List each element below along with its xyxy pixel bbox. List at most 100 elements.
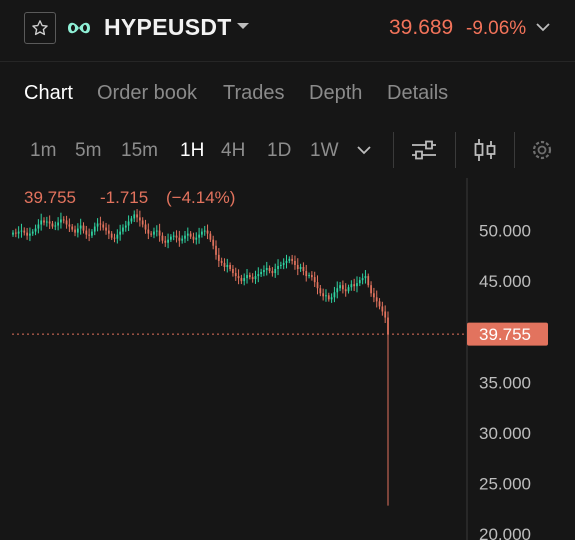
- candle-body: [212, 239, 215, 246]
- candle-body: [277, 265, 279, 270]
- candle-body: [113, 237, 116, 239]
- candle-body: [294, 260, 296, 265]
- symbol-title[interactable]: HYPEUSDT: [104, 14, 232, 41]
- timeframe-1d[interactable]: 1D: [267, 140, 291, 162]
- candle-body: [375, 297, 378, 302]
- price-chart[interactable]: 50.000 45.000 35.000 30.000 25.000 20.000 39.…: [0, 178, 575, 540]
- candle-body: [65, 220, 68, 225]
- price-axis-tick: 50.000: [479, 222, 531, 241]
- indicators-icon[interactable]: [410, 138, 438, 162]
- current-price-tag-label: 39.755: [479, 325, 531, 344]
- candle-body: [201, 231, 203, 235]
- candle-body: [189, 233, 192, 237]
- candle-body: [51, 223, 54, 227]
- candle-body: [268, 267, 271, 272]
- candle-body: [71, 226, 74, 230]
- candle-body: [45, 221, 48, 223]
- chevron-down-icon[interactable]: [356, 143, 372, 157]
- candle-body: [167, 239, 169, 243]
- candle-body: [198, 234, 200, 238]
- chart-info-change: -1.715: [100, 188, 149, 207]
- settings-icon[interactable]: [530, 138, 554, 162]
- candle-body: [285, 260, 288, 263]
- candle-body: [133, 214, 136, 219]
- timeframe-15m[interactable]: 15m: [121, 140, 158, 162]
- candle-body: [330, 297, 333, 300]
- candle-body: [57, 222, 59, 226]
- candle-body: [339, 285, 341, 289]
- timeframe-1w[interactable]: 1W: [310, 140, 339, 162]
- candle-body: [119, 231, 122, 235]
- toolbar-divider: [455, 132, 456, 168]
- candle-body: [178, 237, 181, 241]
- candle-body: [29, 233, 31, 236]
- tab-order-book[interactable]: Order book: [97, 82, 197, 105]
- tab-details[interactable]: Details: [387, 82, 448, 105]
- candle-body: [153, 231, 155, 235]
- candle-body: [88, 234, 91, 236]
- candle-body: [316, 282, 319, 289]
- tab-chart[interactable]: Chart: [24, 82, 73, 105]
- candle-body: [319, 288, 322, 294]
- change-percent: -9.06%: [466, 18, 527, 39]
- candle-body: [17, 231, 20, 234]
- candle-body: [364, 276, 367, 279]
- candle-body: [263, 270, 265, 273]
- candle-body: [367, 276, 370, 286]
- candle-body: [251, 277, 254, 280]
- timeframe-4h[interactable]: 4H: [221, 140, 245, 162]
- candle-body: [136, 214, 138, 218]
- candle-body: [302, 266, 305, 272]
- candle-body: [310, 275, 313, 278]
- candle-body: [186, 233, 189, 236]
- candle-body: [223, 262, 226, 267]
- price-axis-tick: 20.000: [479, 525, 531, 540]
- chevron-down-icon[interactable]: [236, 20, 250, 32]
- candle-body: [206, 230, 209, 234]
- candle-body: [327, 295, 330, 300]
- price-axis-tick: 30.000: [479, 424, 531, 443]
- candle-body: [91, 231, 93, 236]
- tab-depth[interactable]: Depth: [309, 82, 362, 105]
- chart-info-change-percent: (−4.14%): [166, 188, 236, 207]
- candlestick-icon[interactable]: [472, 136, 498, 164]
- candle-body: [305, 271, 308, 277]
- candle-body: [358, 280, 361, 284]
- candle-body: [102, 224, 105, 228]
- toolbar-divider: [393, 132, 394, 168]
- divider: [0, 61, 575, 62]
- favorite-button[interactable]: [24, 12, 56, 44]
- candle-body: [127, 221, 130, 226]
- last-price: 39.689: [389, 16, 454, 39]
- chevron-down-icon[interactable]: [535, 20, 551, 34]
- candle-body: [265, 267, 268, 271]
- candle-body: [342, 285, 344, 290]
- candle-body: [161, 235, 164, 241]
- timeframe-1h[interactable]: 1H: [180, 140, 204, 162]
- candle-body: [215, 245, 217, 255]
- timeframe-1m[interactable]: 1m: [30, 140, 56, 162]
- tab-trades[interactable]: Trades: [223, 82, 285, 105]
- candle-body: [350, 284, 353, 288]
- candle-body: [34, 228, 37, 232]
- candle-body: [229, 264, 231, 270]
- candle-body: [291, 258, 294, 261]
- timeframe-5m[interactable]: 5m: [75, 140, 101, 162]
- candle-body: [172, 235, 175, 237]
- price-axis-tick: 35.000: [479, 373, 531, 392]
- candle-body: [144, 224, 147, 230]
- candle-body: [14, 232, 17, 234]
- candle-body: [254, 276, 257, 280]
- candle-body: [288, 258, 291, 261]
- candle-body: [387, 317, 389, 335]
- hyperliquid-logo-icon: [68, 22, 90, 34]
- candle-body: [274, 269, 277, 274]
- candle-body: [26, 232, 28, 236]
- candle-body: [361, 278, 364, 281]
- candlestick-series: [12, 209, 389, 506]
- candle-body: [181, 238, 184, 241]
- candle-body: [141, 220, 144, 225]
- candle-body: [122, 227, 124, 232]
- candle-body: [195, 237, 198, 240]
- candle-body: [313, 277, 316, 283]
